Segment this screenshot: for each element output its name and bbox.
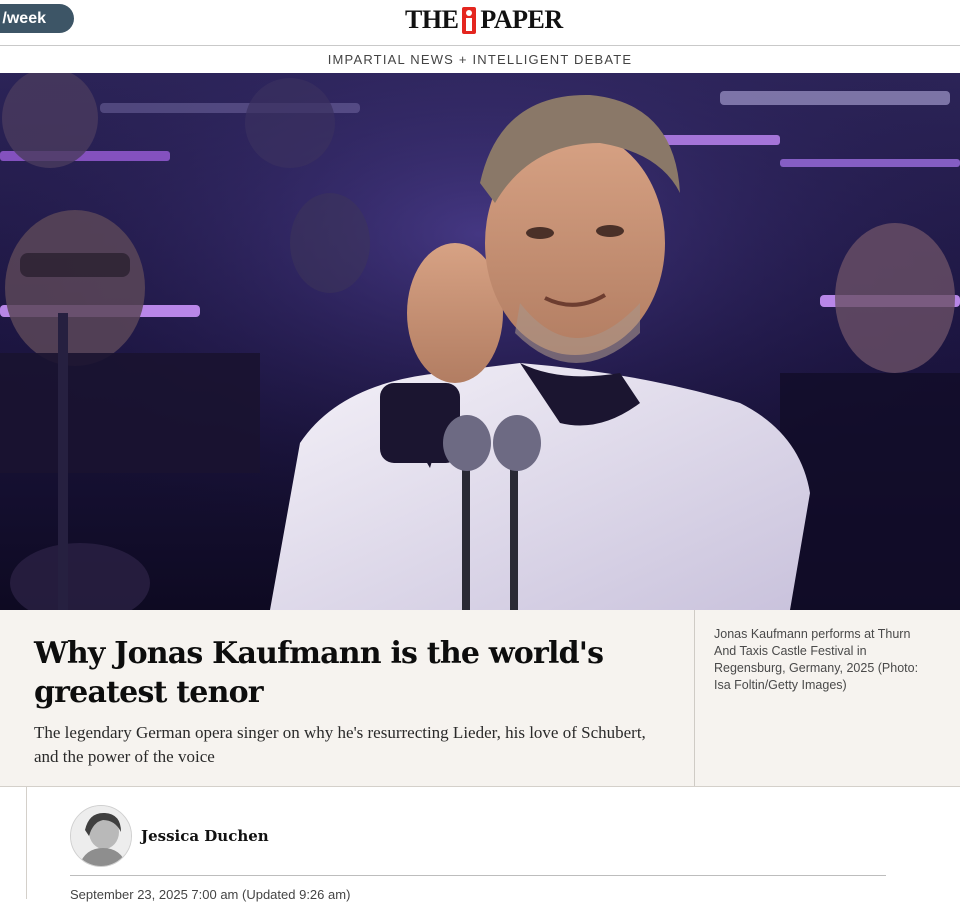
site-tagline: IMPARTIAL NEWS + INTELLIGENT DEBATE [327,52,633,67]
site-header: /week THE PAPER [0,0,960,46]
subscribe-button[interactable]: /week [0,4,74,33]
caption-divider [694,610,695,786]
hero-photo [0,73,960,610]
author-name[interactable]: Jessica Duchen [141,827,269,845]
content-left-rule [26,787,27,899]
site-logo[interactable]: THE PAPER [405,5,563,35]
author-byline[interactable]: Jessica Duchen [70,805,269,867]
author-avatar[interactable] [70,805,132,867]
logo-text-the: THE [405,5,459,34]
byline-divider [70,875,886,876]
logo-text-paper: PAPER [480,5,563,34]
logo-i-icon [462,6,477,34]
tagline-bar: IMPARTIAL NEWS + INTELLIGENT DEBATE [0,46,960,73]
photo-caption: Jonas Kaufmann performs at Thurn And Tax… [714,627,919,692]
article-headline: Why Jonas Kaufmann is the world's greate… [34,636,604,710]
article-header: Why Jonas Kaufmann is the world's greate… [0,610,960,787]
article-standfirst: The legendary German opera singer on why… [34,723,646,766]
publish-date: September 23, 2025 7:00 am (Updated 9:26… [70,887,351,902]
